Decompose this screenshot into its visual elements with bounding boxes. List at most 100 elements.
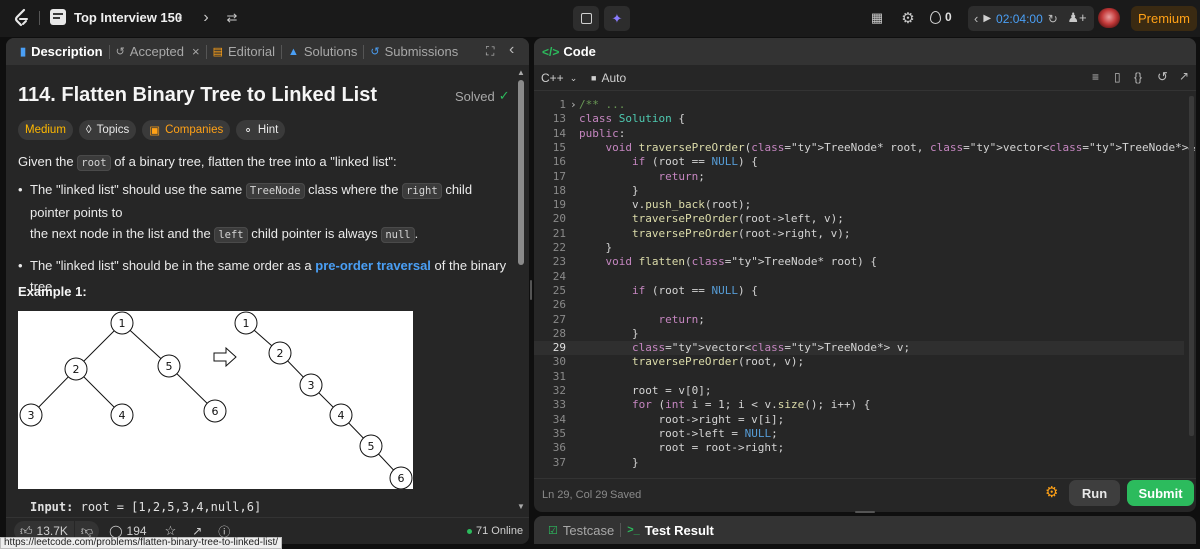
code-line[interactable]: 17 return;: [534, 170, 1184, 184]
comments-button[interactable]: ◯ 194: [109, 524, 146, 538]
code-line[interactable]: 33 for (int i = 1; i < v.size(); i++) {: [534, 398, 1184, 412]
next-problem-icon[interactable]: ›: [198, 9, 214, 27]
editor-scrollbar[interactable]: [1189, 96, 1196, 461]
tab-test-result[interactable]: >_ Test Result: [621, 517, 720, 544]
code-text: v.push_back(root);: [579, 198, 752, 212]
url-status-bar: https://leetcode.com/problems/flatten-bi…: [0, 537, 283, 549]
tab-accepted[interactable]: ↺ Accepted ×: [110, 38, 206, 65]
premium-label: Premium: [1137, 11, 1190, 26]
format-icon[interactable]: ≡: [1092, 70, 1099, 84]
fullscreen-icon[interactable]: ↗: [1179, 69, 1189, 83]
hint-tag[interactable]: ⚬ Hint: [236, 120, 286, 140]
collapse-panel-icon[interactable]: ‹: [509, 41, 514, 59]
check-circle-icon: ✓: [498, 88, 510, 103]
line-number: 20: [552, 212, 566, 226]
list-item: • The "linked list" should use the same …: [18, 182, 473, 243]
play-icon[interactable]: ▶: [983, 13, 991, 24]
code-line[interactable]: 1 ›/** ...: [534, 98, 1184, 112]
code-line[interactable]: 16 if (root == NULL) {: [534, 155, 1184, 169]
collapse-timer-icon[interactable]: ‹: [974, 11, 978, 26]
code-line[interactable]: 19 v.push_back(root);: [534, 198, 1184, 212]
debug-icon[interactable]: ⚙: [1045, 483, 1058, 501]
test-tabs: ☑ Testcase >_ Test Result: [534, 516, 1196, 544]
avatar[interactable]: [1098, 8, 1120, 28]
topics-tag[interactable]: ◊ Topics: [78, 120, 137, 140]
autocomplete-mode[interactable]: ■ Auto: [591, 71, 626, 85]
tab-editorial[interactable]: ▤ Editorial: [207, 38, 281, 65]
fold-chevron-icon[interactable]: ›: [570, 98, 577, 112]
tab-testcase[interactable]: ☑ Testcase: [542, 517, 620, 544]
line-number: 30: [552, 355, 566, 369]
code-line[interactable]: 34 root->right = v[i];: [534, 413, 1184, 427]
list-node-label: 5: [368, 440, 375, 453]
code-text: void flatten(class="ty">TreeNode* root) …: [605, 255, 878, 269]
language-select[interactable]: C++ ⌄: [541, 71, 577, 85]
braces-icon[interactable]: {}: [1134, 70, 1142, 84]
gear-icon[interactable]: ⚙: [900, 9, 916, 27]
scrollbar-thumb[interactable]: [518, 80, 524, 265]
layout-icon[interactable]: ▦: [869, 10, 885, 26]
online-count: 71 Online: [467, 525, 523, 537]
leetcode-logo[interactable]: [12, 8, 32, 28]
bookmark-icon[interactable]: ▯: [1114, 70, 1121, 84]
code-text: for (int i = 1; i < v.size(); i++) {: [631, 398, 871, 412]
code-line[interactable]: 26: [534, 298, 1184, 312]
run-button[interactable]: Run: [1069, 480, 1120, 506]
close-tab-icon[interactable]: ×: [192, 44, 200, 59]
tree-node-label: 2: [73, 363, 80, 376]
code-line[interactable]: 31: [534, 370, 1184, 384]
share-icon[interactable]: ↗: [192, 524, 202, 538]
line-number: 36: [552, 441, 566, 455]
list-node-label: 4: [338, 409, 345, 422]
code-line[interactable]: 23 void flatten(class="ty">TreeNode* roo…: [534, 255, 1184, 269]
expand-icon[interactable]: ⛶: [486, 44, 494, 59]
code-line[interactable]: 32 root = v[0];: [534, 384, 1184, 398]
code-line[interactable]: 28 }: [534, 327, 1184, 341]
reset-code-icon[interactable]: ↺: [1157, 69, 1168, 85]
code-line[interactable]: 24: [534, 270, 1184, 284]
tree-node-label: 4: [119, 409, 126, 422]
tree-node-label: 1: [119, 317, 126, 330]
code-text: }: [579, 455, 639, 469]
code-history-icon: ↺: [115, 46, 125, 58]
code-line[interactable]: 25 if (root == NULL) {: [534, 284, 1184, 298]
streak-count: 0: [945, 10, 952, 24]
code-text: }: [579, 183, 639, 197]
code-editor[interactable]: 1 ›/** ... 13 class Solution {14 public: 15 v…: [534, 98, 1196, 468]
code-line[interactable]: 15 void traversePreOrder(class="ty">Tree…: [534, 141, 1195, 155]
panel-resize-handle[interactable]: [530, 280, 532, 300]
code-line[interactable]: 22 }: [534, 241, 1184, 255]
example-image: 1 2 5 3 4 6 1 2 3 4 5 6: [18, 311, 413, 490]
panel-resize-handle-horizontal[interactable]: [855, 511, 875, 513]
tab-solutions[interactable]: ▲ Solutions: [282, 38, 363, 65]
line-number: 37: [552, 455, 566, 469]
add-user-icon[interactable]: ♟+: [1067, 9, 1086, 27]
code-line[interactable]: 30 traversePreOrder(root, v);: [534, 355, 1184, 369]
tab-submissions[interactable]: ↺ Submissions: [364, 38, 464, 65]
streak-counter[interactable]: 0: [930, 10, 952, 24]
code-line[interactable]: 27 return;: [534, 313, 1184, 327]
code-line[interactable]: 29 class="ty">vector<class="ty">TreeNode…: [534, 341, 1184, 356]
tab-description[interactable]: ▮ Description: [14, 38, 109, 65]
code-line[interactable]: 37 }: [534, 456, 1184, 469]
problem-list-button[interactable]: Top Interview 150: [50, 9, 182, 25]
code-line[interactable]: 14 public:: [534, 127, 1184, 141]
code-line[interactable]: 20 traversePreOrder(root->left, v);: [534, 212, 1184, 226]
notes-button[interactable]: [573, 6, 599, 31]
code-line[interactable]: 21 traversePreOrder(root->right, v);: [534, 227, 1184, 241]
editor-toolbar: C++ ⌄ ■ Auto ≡ ▯ {} ↺ ↗: [534, 65, 1196, 91]
prev-problem-icon[interactable]: ‹: [172, 9, 188, 27]
code-line[interactable]: 18 }: [534, 184, 1184, 198]
code-line[interactable]: 36 root = root->right;: [534, 441, 1184, 455]
premium-button[interactable]: Premium: [1131, 6, 1197, 31]
ai-assist-button[interactable]: ✦: [604, 6, 630, 31]
reset-timer-icon[interactable]: ↻: [1048, 12, 1058, 26]
companies-tag[interactable]: ▣ Companies: [142, 120, 231, 140]
submit-button[interactable]: Submit: [1127, 480, 1194, 506]
description-scrollbar[interactable]: ▲ ▼: [517, 68, 525, 544]
code-line[interactable]: 35 root->left = NULL;: [534, 427, 1184, 441]
line-number: 27: [552, 312, 566, 326]
code-line[interactable]: 13 class Solution {: [534, 112, 1184, 126]
pre-order-link[interactable]: pre-order traversal: [315, 258, 431, 273]
shuffle-icon[interactable]: ⇄: [224, 10, 240, 26]
